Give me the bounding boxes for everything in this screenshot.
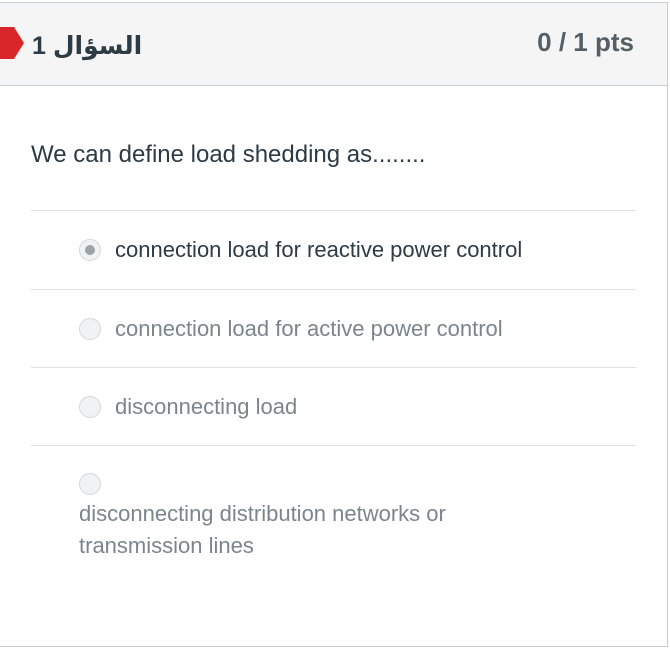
flag-icon[interactable] — [0, 23, 24, 63]
radio-button[interactable] — [79, 396, 101, 418]
answer-divider — [31, 289, 636, 290]
answer-option[interactable]: disconnecting load — [79, 390, 559, 430]
answer-option[interactable]: connection load for active power control — [79, 312, 559, 352]
answer-label: connection load for reactive power contr… — [115, 237, 523, 262]
answer-label: connection load for active power control — [115, 316, 503, 341]
answer-label: disconnecting load — [115, 394, 298, 419]
question-text: We can define load shedding as........ — [31, 141, 426, 168]
radio-button-selected[interactable] — [79, 239, 101, 261]
answer-divider — [31, 210, 636, 211]
answer-option[interactable]: disconnecting distribution networks or t… — [79, 471, 559, 571]
question-card: السؤال 1 0 / 1 pts We can define load sh… — [0, 2, 668, 647]
question-points: 0 / 1 pts — [537, 27, 634, 57]
answer-divider — [31, 445, 636, 446]
radio-button[interactable] — [79, 318, 101, 340]
answer-option[interactable]: connection load for reactive power contr… — [79, 233, 559, 273]
question-header: السؤال 1 0 / 1 pts — [0, 3, 667, 86]
answer-divider — [31, 367, 636, 368]
radio-button[interactable] — [79, 473, 101, 495]
question-number: السؤال 1 — [32, 32, 143, 60]
answer-label: disconnecting distribution networks or t… — [79, 501, 446, 558]
